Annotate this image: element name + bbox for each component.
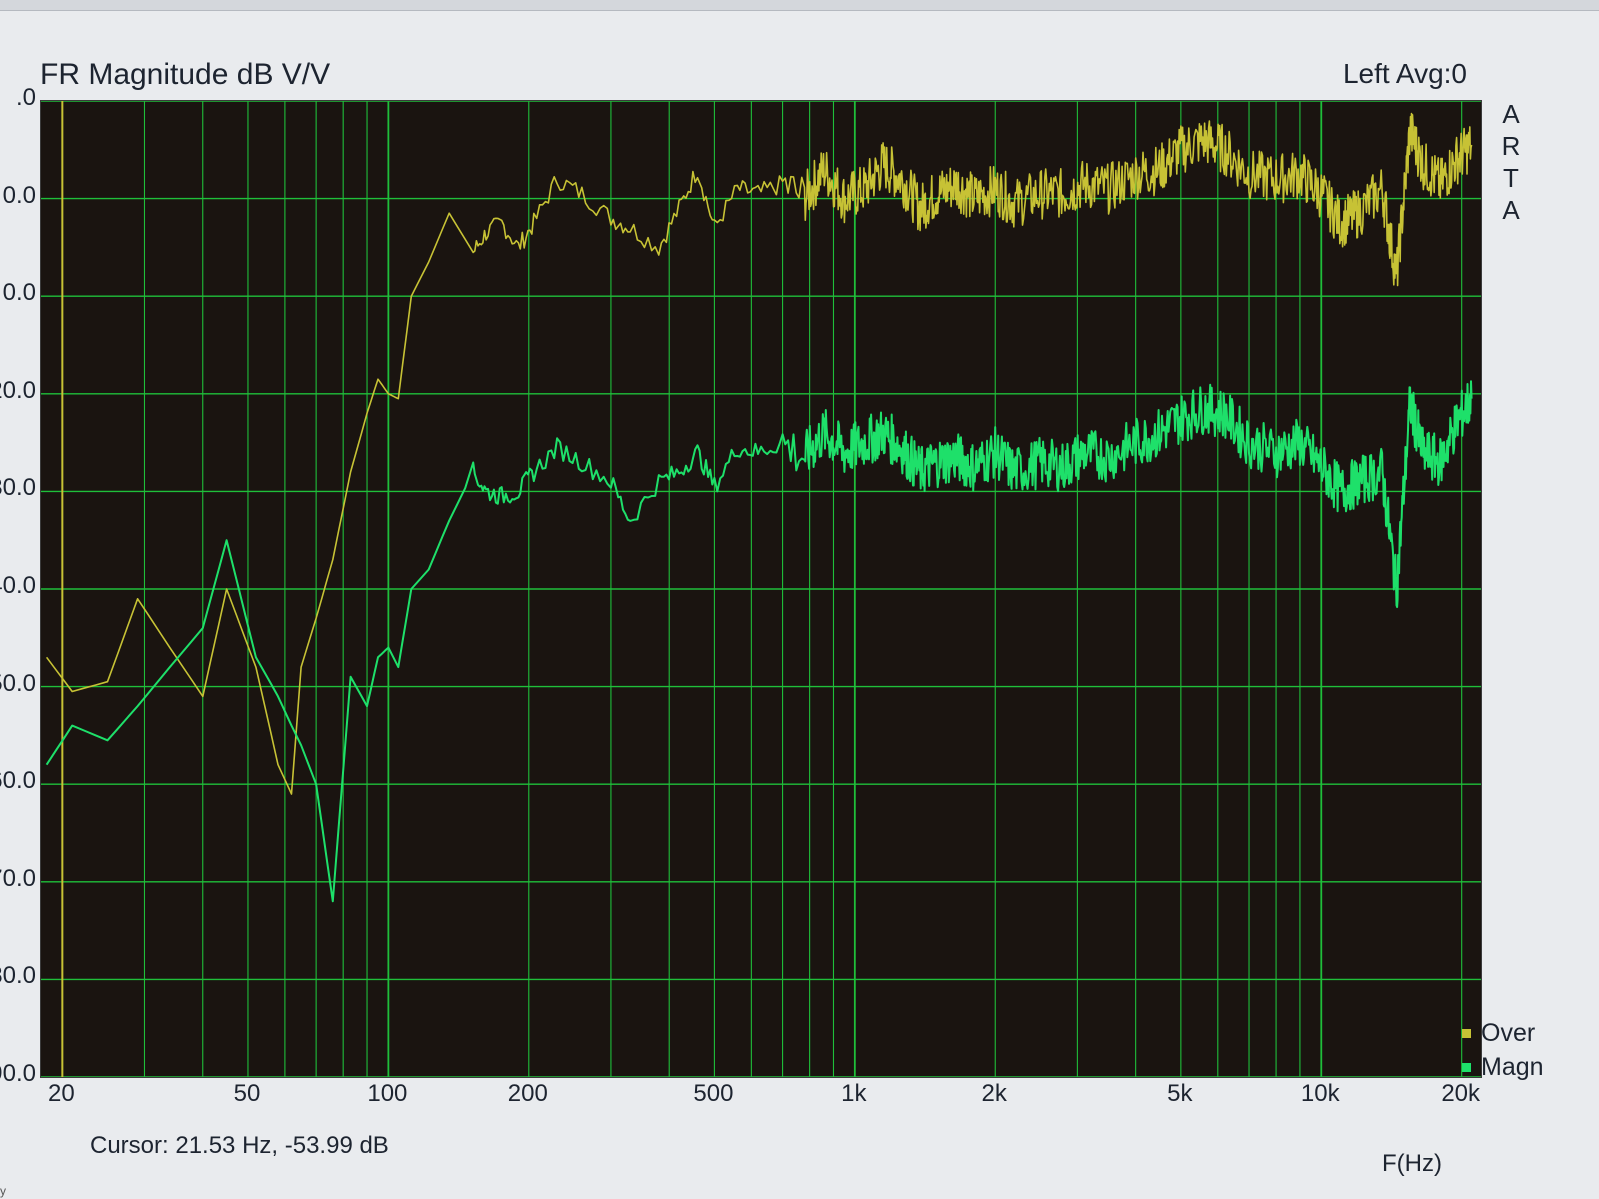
y-tick-label: 0.0 <box>2 181 36 209</box>
brand-letter: A <box>1502 195 1520 225</box>
legend: Over Magn <box>1462 1016 1544 1084</box>
channel-average-info: Left Avg:0 <box>1342 58 1467 89</box>
y-tick-label: 40.0 <box>0 572 36 599</box>
x-tick-label: 20k <box>1441 1080 1481 1107</box>
y-tick-label: .0 <box>15 84 36 111</box>
cursor-readout: Cursor: 21.53 Hz, -53.99 dB <box>90 1132 389 1159</box>
plot-area[interactable] <box>40 100 1482 1078</box>
x-axis-label: F(Hz) <box>1382 1150 1442 1177</box>
x-tick-label: 10k <box>1300 1080 1340 1107</box>
window-top-strip <box>0 0 1599 11</box>
brand-letter: R <box>1501 131 1521 161</box>
y-tick-label: -80.0 <box>0 962 36 990</box>
y-tick-label: 20.0 <box>0 376 36 404</box>
x-tick-label: 500 <box>693 1080 734 1107</box>
y-tick-label: -50.0 <box>0 669 36 697</box>
frequency-response-plot[interactable] <box>41 101 1481 1077</box>
arta-brand-label: A R T A <box>1497 98 1525 226</box>
legend-label-over: Over <box>1481 1018 1536 1047</box>
y-tick-label: -70.0 <box>0 864 36 892</box>
x-tick-label: 1k <box>841 1080 867 1107</box>
x-tick-label: 200 <box>507 1080 548 1107</box>
x-tick-label: 5k <box>1167 1080 1193 1107</box>
chart-title: FR Magnitude dB V/V <box>40 58 331 91</box>
legend-swatch-magn <box>1462 1062 1471 1072</box>
x-tick-label: 20 <box>47 1080 75 1107</box>
y-tick-label: 30.0 <box>0 474 36 502</box>
x-tick-label: 50 <box>233 1080 261 1107</box>
brand-letter: T <box>1503 163 1519 193</box>
x-tick-label: 2k <box>981 1080 1007 1107</box>
x-tick-label: 100 <box>367 1080 408 1107</box>
brand-letter: A <box>1502 99 1520 129</box>
legend-label-magn: Magn <box>1481 1052 1544 1081</box>
arta-window: FR Magnitude dB V/V Left Avg:0 A R T A .… <box>0 0 1599 1199</box>
series-line-magn <box>45 380 1473 903</box>
corner-mark: y <box>0 1184 6 1198</box>
y-tick-label: 0.0 <box>2 279 36 307</box>
legend-item-over[interactable]: Over <box>1462 1016 1544 1050</box>
legend-item-magn[interactable]: Magn <box>1462 1050 1544 1084</box>
legend-swatch-over <box>1462 1028 1471 1038</box>
y-tick-label: -60.0 <box>0 767 36 795</box>
